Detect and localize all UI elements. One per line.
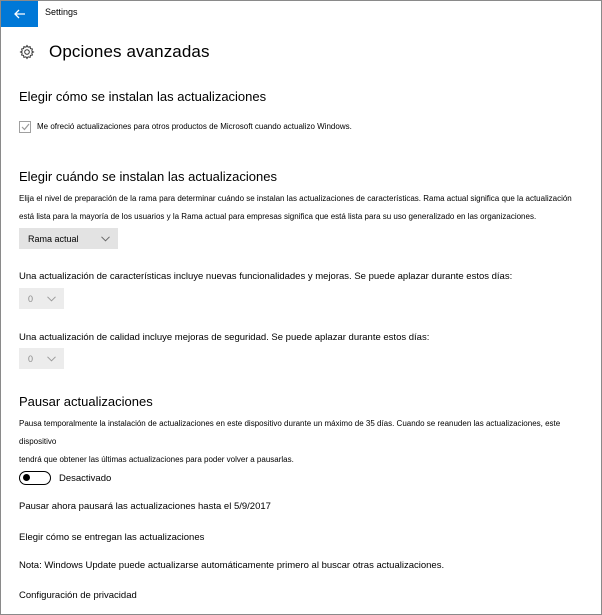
when-heading: Elegir cuándo se instalan las actualizac… xyxy=(19,169,277,184)
window-title: Settings xyxy=(45,7,78,17)
pause-toggle-state: Desactivado xyxy=(59,472,112,484)
toggle-knob xyxy=(23,474,30,481)
pause-description-line1: Pausa temporalmente la instalación de ac… xyxy=(19,419,561,446)
page-title: Opciones avanzadas xyxy=(49,42,210,61)
install-heading: Elegir cómo se instalan las actualizacio… xyxy=(19,89,267,104)
gear-icon xyxy=(19,44,35,60)
windows-update-note: Nota: Windows Update puede actualizarse … xyxy=(19,560,445,571)
privacy-settings-link[interactable]: Configuración de privacidad xyxy=(19,590,137,601)
pause-description-line2: tendrá que obtener las últimas actualiza… xyxy=(19,455,294,464)
branch-description: Elija el nivel de preparación de la rama… xyxy=(19,190,594,226)
pause-heading: Pausar actualizaciones xyxy=(19,394,153,409)
title-bar: Settings xyxy=(1,1,601,27)
chevron-down-icon xyxy=(47,355,56,362)
other-products-checkbox[interactable] xyxy=(19,121,31,133)
settings-window: Settings Opciones avanzadas Elegir cómo … xyxy=(0,0,602,615)
branch-description-line1: Elija el nivel de preparación de la rama… xyxy=(19,194,572,203)
delivery-options-link[interactable]: Elegir cómo se entregan las actualizacio… xyxy=(19,532,204,543)
pause-toggle[interactable] xyxy=(19,471,51,485)
pause-toggle-row: Desactivado xyxy=(19,471,111,485)
back-button[interactable] xyxy=(1,1,38,27)
branch-dropdown[interactable]: Rama actual xyxy=(19,228,118,249)
chevron-down-icon xyxy=(101,235,110,242)
other-products-label: Me ofreció actualizaciones para otros pr… xyxy=(37,122,352,131)
feature-days-value: 0 xyxy=(28,293,34,304)
other-products-checkbox-row[interactable]: Me ofreció actualizaciones para otros pr… xyxy=(19,121,352,133)
feature-days-dropdown[interactable]: 0 xyxy=(19,288,64,309)
pause-note: Pausar ahora pausará las actualizaciones… xyxy=(19,501,271,512)
quality-update-label: Una actualización de calidad incluye mej… xyxy=(19,332,430,343)
branch-description-line2: está lista para la mayoría de los usuari… xyxy=(19,212,537,221)
branch-dropdown-value: Rama actual xyxy=(28,233,79,244)
quality-days-value: 0 xyxy=(28,353,34,364)
feature-update-label: Una actualización de características inc… xyxy=(19,271,513,282)
quality-days-dropdown[interactable]: 0 xyxy=(19,348,64,369)
page-header: Opciones avanzadas xyxy=(19,42,210,62)
chevron-down-icon xyxy=(47,295,56,302)
pause-description: Pausa temporalmente la instalación de ac… xyxy=(19,415,594,469)
checkmark-icon xyxy=(21,123,29,131)
back-arrow-icon xyxy=(13,9,25,19)
